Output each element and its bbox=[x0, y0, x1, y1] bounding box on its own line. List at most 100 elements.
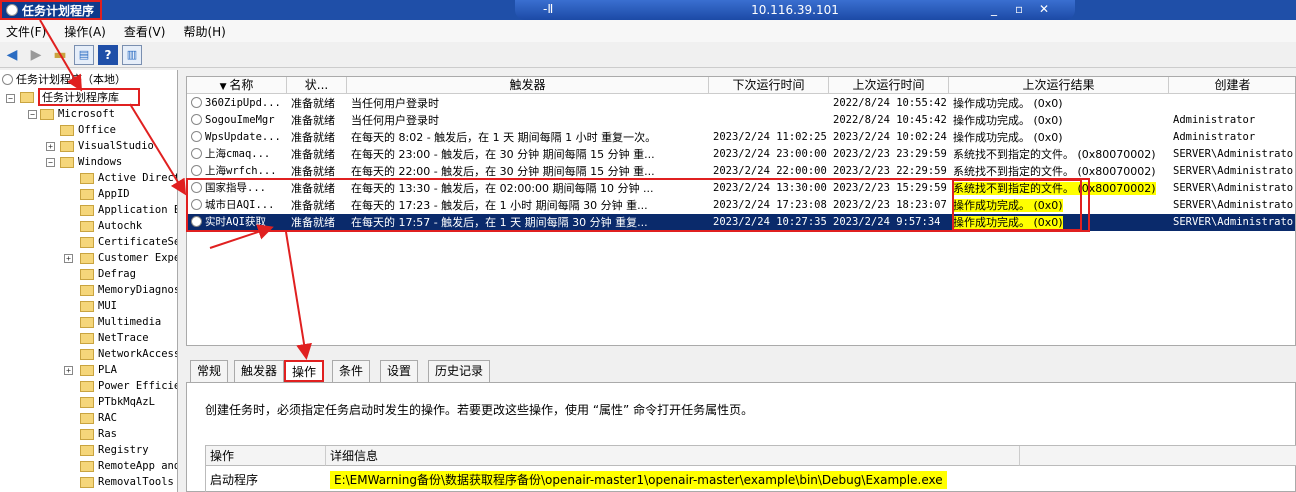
table-row[interactable]: 360ZipUpd... 准备就绪 当任何用户登录时 2022/8/24 10:55:… bbox=[187, 95, 1295, 112]
tab-actions[interactable]: 操作 bbox=[284, 360, 325, 382]
column-header-author[interactable]: 创建者 bbox=[1169, 77, 1295, 94]
tree-item-remoteapp[interactable]: RemoteApp and bbox=[80, 458, 178, 474]
column-header-status[interactable]: 状... bbox=[287, 77, 347, 94]
tree-item-label: Registry bbox=[98, 444, 149, 456]
tab-general[interactable]: 常规 bbox=[190, 360, 229, 382]
collapse-icon[interactable]: − bbox=[6, 94, 15, 103]
tree-item-label: Customer Expe bbox=[98, 252, 178, 264]
tree-item-label: Power Efficie bbox=[98, 380, 178, 392]
tree-root[interactable]: 任务计划程序（本地） bbox=[2, 71, 126, 87]
tree-item-certificate-services[interactable]: CertificateSe bbox=[80, 234, 177, 250]
tree-item-application-experience[interactable]: Application E bbox=[80, 202, 177, 218]
folder-icon bbox=[20, 92, 34, 103]
tree-item-ptbkmqazl[interactable]: PTbkMqAzL bbox=[80, 394, 155, 410]
cell-text: 2023/2/24 11:02:25 bbox=[713, 131, 827, 143]
cell-text: 准备就绪 bbox=[291, 97, 335, 110]
tree-item-library[interactable]: 任务计划程序库 bbox=[38, 88, 140, 106]
action-detail-cell[interactable]: E:\EMWarning备份\数据获取程序备份\openair-master1\… bbox=[330, 467, 950, 492]
expand-icon[interactable]: + bbox=[46, 142, 55, 151]
menu-file[interactable]: 文件(F) bbox=[6, 23, 46, 40]
pane-icon[interactable]: ▥ bbox=[122, 44, 142, 65]
cell-text: 当任何用户登录时 bbox=[351, 97, 439, 110]
cell-text: 操作成功完成。 (0x0) bbox=[953, 97, 1063, 110]
back-arrow-icon[interactable]: ◀ bbox=[2, 45, 22, 65]
cell-trigger: 在每天的 8:02 - 触发后，在 1 天 期间每隔 1 小时 重复一次。 bbox=[351, 129, 707, 146]
menu-action[interactable]: 操作(A) bbox=[64, 23, 106, 40]
column-header-next-run[interactable]: 下次运行时间 bbox=[709, 77, 829, 94]
cell-last: 2022/8/24 10:45:42 bbox=[833, 112, 951, 129]
tree-item-registry[interactable]: Registry bbox=[80, 442, 149, 458]
tab-triggers[interactable]: 触发器 bbox=[234, 360, 285, 382]
tree-root-label: 任务计划程序（本地） bbox=[16, 73, 126, 86]
tree-item-power-efficiency[interactable]: Power Efficie bbox=[80, 378, 178, 394]
tree-item-autochk[interactable]: Autochk bbox=[80, 218, 142, 234]
tab-conditions[interactable]: 条件 bbox=[332, 360, 371, 382]
tree-item-customer-experience[interactable]: Customer Expe bbox=[80, 250, 178, 266]
table-row[interactable]: WpsUpdate... 准备就绪 在每天的 8:02 - 触发后，在 1 天 期间… bbox=[187, 129, 1295, 146]
cell-trigger: 在每天的 23:00 - 触发后，在 30 分钟 期间每隔 15 分钟 重... bbox=[351, 146, 707, 163]
help-icon[interactable]: ? bbox=[98, 44, 118, 65]
tree-item-memory-diagnostic[interactable]: MemoryDiagnos bbox=[80, 282, 177, 298]
close-button[interactable]: ✕ bbox=[1039, 2, 1049, 16]
actions-description: 创建任务时，必须指定任务启动时发生的操作。若要更改这些操作，使用 “属性” 命令… bbox=[205, 403, 754, 417]
tree-item-multimedia[interactable]: Multimedia bbox=[80, 314, 161, 330]
column-header-trigger[interactable]: 触发器 bbox=[347, 77, 709, 94]
folder-icon bbox=[60, 156, 74, 168]
minimize-button[interactable]: _ bbox=[991, 2, 997, 16]
folder-icon bbox=[80, 444, 94, 456]
window-title: 任务计划程序 bbox=[0, 0, 103, 20]
detail-panel: 创建任务时，必须指定任务启动时发生的操作。若要更改这些操作，使用 “属性” 命令… bbox=[186, 382, 1296, 492]
cell-text: Administrator bbox=[1173, 131, 1256, 143]
tree-item-label: NetTrace bbox=[98, 332, 149, 344]
tree-item-office[interactable]: Office bbox=[60, 122, 116, 138]
column-header-last-run[interactable]: 上次运行时间 bbox=[829, 77, 949, 94]
cell-text: SERVER\Administrato bbox=[1173, 148, 1294, 160]
tree-item-appid[interactable]: AppID bbox=[80, 186, 130, 202]
tree-item-visualstudio[interactable]: VisualStudio bbox=[60, 138, 154, 154]
folder-icon bbox=[80, 428, 94, 440]
table-row[interactable]: SogouImeMgr 准备就绪 当任何用户登录时 2022/8/24 10:45:4… bbox=[187, 112, 1295, 129]
tree-item-windows[interactable]: Windows bbox=[60, 154, 122, 170]
table-row[interactable]: 上海cmaq... 准备就绪 在每天的 23:00 - 触发后，在 30 分钟 期间… bbox=[187, 146, 1295, 163]
tree-item-label: RemoteApp and bbox=[98, 460, 178, 472]
cell-name: 360ZipUpd... bbox=[191, 95, 287, 112]
column-label: 名称 bbox=[229, 78, 254, 92]
properties-icon[interactable]: ▤ bbox=[74, 44, 94, 65]
cell-author: Administrator bbox=[1173, 112, 1295, 129]
tree-item-removaltools[interactable]: RemovalTools bbox=[80, 474, 174, 490]
tree-item-ras[interactable]: Ras bbox=[80, 426, 117, 442]
expand-icon[interactable]: + bbox=[64, 366, 73, 375]
folder-icon bbox=[80, 204, 94, 216]
cell-text: 在每天的 23:00 - 触发后，在 30 分钟 期间每隔 15 分钟 重... bbox=[351, 148, 655, 161]
collapse-icon[interactable]: − bbox=[46, 158, 55, 167]
tab-settings[interactable]: 设置 bbox=[380, 360, 419, 382]
tab-history[interactable]: 历史记录 bbox=[428, 360, 491, 382]
column-header-last-result[interactable]: 上次运行结果 bbox=[949, 77, 1169, 94]
folder-icon bbox=[80, 476, 94, 488]
tree-item-rac[interactable]: RAC bbox=[80, 410, 117, 426]
tree-item-label: Windows bbox=[78, 156, 123, 168]
menu-view[interactable]: 查看(V) bbox=[124, 23, 166, 40]
column-header-name[interactable]: ▼ 名称 bbox=[187, 77, 287, 94]
menu-help[interactable]: 帮助(H) bbox=[183, 23, 225, 40]
expand-icon[interactable]: + bbox=[64, 254, 73, 263]
tree-item-active-directory[interactable]: Active Direct bbox=[80, 170, 177, 186]
cell-text: 2022/8/24 10:55:42 bbox=[833, 97, 947, 109]
tree-item-mui[interactable]: MUI bbox=[80, 298, 117, 314]
tree-item-defrag[interactable]: Defrag bbox=[80, 266, 136, 282]
collapse-icon[interactable]: − bbox=[28, 110, 37, 119]
folder-up-icon[interactable]: ▬ bbox=[50, 45, 70, 65]
tree-item-pla[interactable]: PLA bbox=[80, 362, 117, 378]
action-path: E:\EMWarning备份\数据获取程序备份\openair-master1\… bbox=[330, 471, 947, 489]
pane-splitter[interactable] bbox=[186, 346, 1296, 356]
forward-arrow-icon[interactable]: ▶ bbox=[26, 45, 46, 65]
cell-text: SERVER\Administrato bbox=[1173, 216, 1294, 228]
cell-status: 准备就绪 bbox=[291, 146, 347, 163]
restore-button[interactable]: ▫ bbox=[1015, 2, 1023, 16]
action-type[interactable]: 启动程序 bbox=[206, 467, 326, 492]
tree-item-network-access[interactable]: NetworkAccess bbox=[80, 346, 177, 362]
remote-connection-bar[interactable]: -Ⅱ 10.116.39.101 _ ▫ ✕ bbox=[515, 0, 1075, 20]
tree-item-microsoft[interactable]: Microsoft bbox=[40, 106, 115, 122]
cell-text: 上海wrfch... bbox=[205, 165, 277, 177]
tree-item-nettrace[interactable]: NetTrace bbox=[80, 330, 149, 346]
